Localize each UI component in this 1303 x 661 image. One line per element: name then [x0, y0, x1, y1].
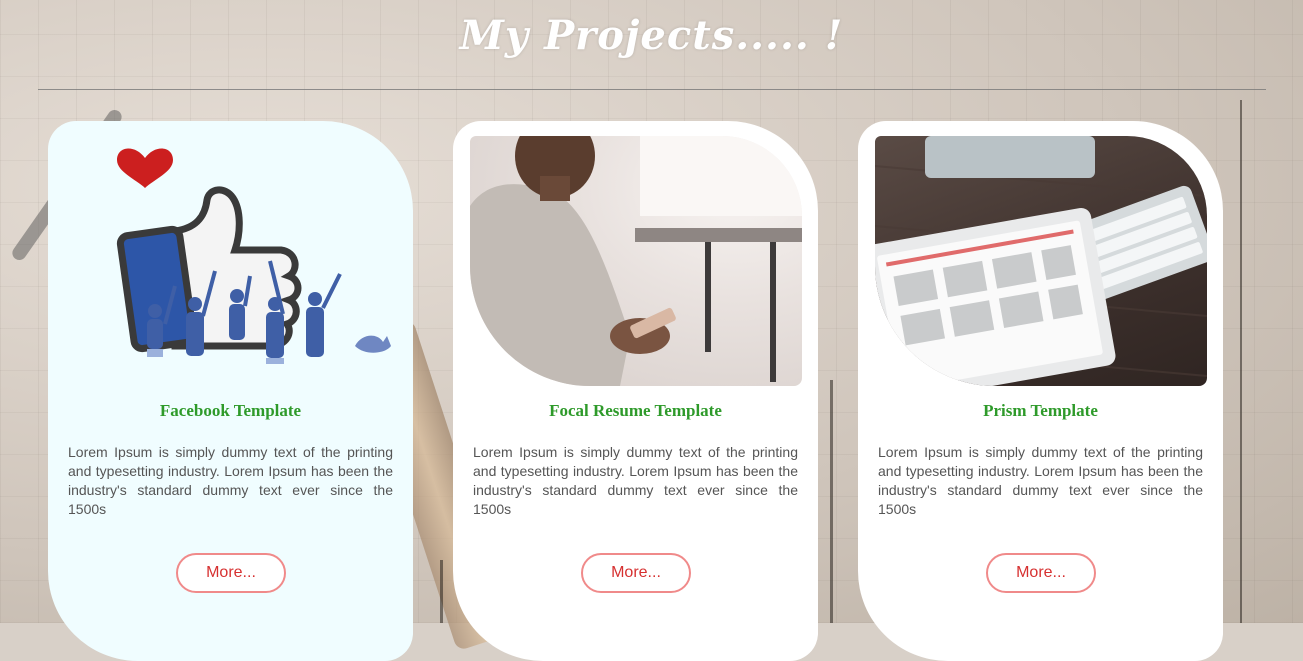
project-image-focal-resume	[470, 136, 802, 386]
background-line	[830, 380, 833, 623]
person-using-phone-photo	[470, 136, 802, 386]
more-button[interactable]: More...	[176, 553, 286, 593]
project-title: Focal Resume Template	[549, 401, 722, 420]
project-description: Lorem Ipsum is simply dummy text of the …	[473, 444, 798, 517]
project-title: Prism Template	[983, 401, 1098, 420]
project-card-prism: Prism Template Lorem Ipsum is simply dum…	[858, 121, 1223, 661]
project-card-focal-resume: Focal Resume Template Lorem Ipsum is sim…	[453, 121, 818, 661]
project-image-prism	[875, 136, 1207, 386]
project-description: Lorem Ipsum is simply dummy text of the …	[68, 444, 393, 517]
project-card-facebook: Facebook Template Lorem Ipsum is simply …	[48, 121, 413, 661]
title-divider	[38, 89, 1266, 90]
facebook-like-illustration	[116, 148, 391, 364]
background-line	[1240, 100, 1242, 623]
tablet-and-keyboard-photo	[875, 136, 1207, 386]
background-line	[440, 560, 443, 623]
project-image-facebook	[65, 136, 397, 386]
project-title: Facebook Template	[159, 401, 302, 420]
page-title: My Projects..... !	[459, 12, 844, 59]
more-button[interactable]: More...	[986, 553, 1096, 593]
project-description: Lorem Ipsum is simply dummy text of the …	[878, 444, 1203, 517]
more-button[interactable]: More...	[581, 553, 691, 593]
